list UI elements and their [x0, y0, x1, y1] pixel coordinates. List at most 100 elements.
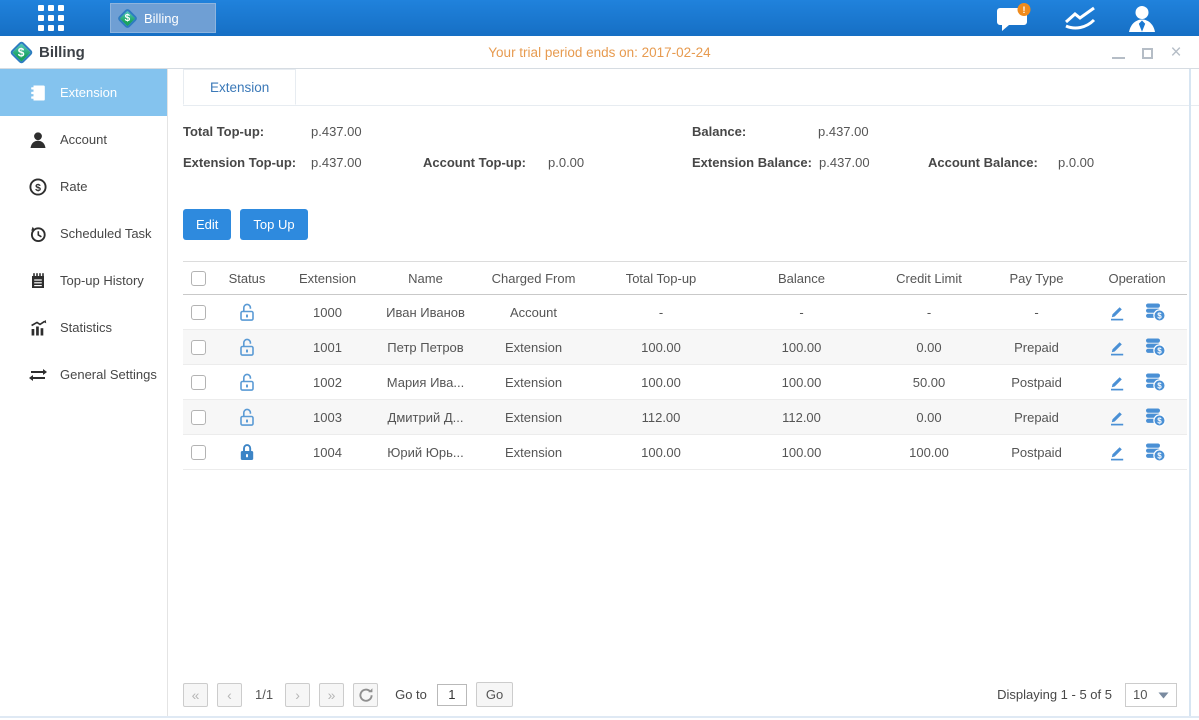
- general-settings-icon: [29, 366, 47, 384]
- sidebar-item-statistics[interactable]: Statistics: [0, 304, 167, 351]
- extension-icon: [29, 84, 47, 102]
- sidebar-item-label: Scheduled Task: [60, 226, 152, 241]
- taskbar-app-billing[interactable]: $ Billing: [110, 3, 216, 33]
- sidebar-item-label: Extension: [60, 85, 117, 100]
- operation-cell: $: [1087, 295, 1187, 330]
- edit-button[interactable]: Edit: [183, 209, 231, 240]
- monitor-chart-icon[interactable]: [1063, 5, 1097, 31]
- table-header-row: StatusExtensionNameCharged FromTotal Top…: [183, 262, 1187, 295]
- row-checkbox[interactable]: [191, 340, 206, 355]
- extension-balance-value: p.437.00: [819, 155, 870, 170]
- maximize-button[interactable]: [1140, 45, 1154, 59]
- row-checkbox[interactable]: [191, 445, 206, 460]
- page-indicator: 1/1: [255, 687, 273, 702]
- minimize-button[interactable]: [1111, 45, 1125, 59]
- account-balance-value: p.0.00: [1058, 155, 1094, 170]
- rate-icon: $: [29, 178, 47, 196]
- table-row: 1002Мария Ива...Extension100.00100.0050.…: [183, 365, 1187, 400]
- edit-pencil-icon[interactable]: [1108, 443, 1126, 461]
- statistics-icon: [29, 319, 47, 337]
- select-all-header: [183, 262, 214, 295]
- sidebar: Extension Account $ Rate Scheduled Task Top-u…: [0, 69, 168, 716]
- extension-balance-label: Extension Balance:: [692, 155, 812, 170]
- total-topup-cell: -: [591, 295, 731, 330]
- topup-coins-icon[interactable]: $: [1144, 337, 1166, 357]
- credit-limit-cell: 50.00: [872, 365, 986, 400]
- next-page-button[interactable]: ›: [285, 683, 310, 707]
- extension-topup-label: Extension Top-up:: [183, 155, 296, 170]
- go-button[interactable]: Go: [476, 682, 513, 707]
- tab-extension[interactable]: Extension: [183, 69, 296, 105]
- balance-value: p.437.00: [818, 124, 869, 139]
- total-topup-value: p.437.00: [311, 124, 362, 139]
- name-cell: Юрий Юрь...: [375, 435, 476, 470]
- page-size-value: 10: [1133, 687, 1147, 702]
- sidebar-item-label: Statistics: [60, 320, 112, 335]
- first-page-button[interactable]: «: [183, 683, 208, 707]
- select-all-checkbox[interactable]: [191, 271, 206, 286]
- credit-limit-cell: 0.00: [872, 330, 986, 365]
- trial-notice: Your trial period ends on: 2017-02-24: [0, 45, 1199, 60]
- total-topup-cell: 112.00: [591, 400, 731, 435]
- topup-coins-icon[interactable]: $: [1144, 372, 1166, 392]
- refresh-button[interactable]: [353, 683, 378, 707]
- window-title: Billing: [39, 44, 85, 61]
- credit-limit-cell: 100.00: [872, 435, 986, 470]
- balance-label: Balance:: [692, 124, 746, 139]
- svg-text:$: $: [1157, 381, 1162, 390]
- lock-open-icon: [238, 373, 256, 388]
- topup-coins-icon[interactable]: $: [1144, 442, 1166, 462]
- account-topup-label: Account Top-up:: [423, 155, 526, 170]
- sidebar-item-rate[interactable]: $ Rate: [0, 163, 167, 210]
- sidebar-item-top-up-history[interactable]: Top-up History: [0, 257, 167, 304]
- top-up-button[interactable]: Top Up: [240, 209, 307, 240]
- prev-page-button[interactable]: ‹: [217, 683, 242, 707]
- close-button[interactable]: ×: [1169, 45, 1183, 59]
- balance-cell: 100.00: [731, 365, 872, 400]
- topup-coins-icon[interactable]: $: [1144, 407, 1166, 427]
- topup-coins-icon[interactable]: $: [1144, 302, 1166, 322]
- sidebar-item-label: General Settings: [60, 367, 157, 382]
- chat-icon[interactable]: !: [997, 3, 1033, 33]
- app-grid-icon[interactable]: [36, 4, 66, 32]
- charged-from-cell: Account: [476, 295, 591, 330]
- column-header: Balance: [731, 262, 872, 295]
- user-icon[interactable]: [1127, 5, 1157, 32]
- svg-text:!: !: [1023, 5, 1026, 15]
- last-page-button[interactable]: »: [319, 683, 344, 707]
- table-row: 1003Дмитрий Д...Extension112.00112.000.0…: [183, 400, 1187, 435]
- sidebar-item-account[interactable]: Account: [0, 116, 167, 163]
- operation-cell: $: [1087, 435, 1187, 470]
- extension-cell: 1004: [280, 435, 375, 470]
- edit-pencil-icon[interactable]: [1108, 303, 1126, 321]
- extension-table: StatusExtensionNameCharged FromTotal Top…: [183, 261, 1187, 470]
- charged-from-cell: Extension: [476, 365, 591, 400]
- sidebar-item-label: Rate: [60, 179, 87, 194]
- lock-open-icon: [238, 303, 256, 318]
- window-titlebar: $ Billing Your trial period ends on: 201…: [0, 36, 1199, 69]
- billing-diamond-icon: $: [9, 40, 33, 64]
- row-checkbox[interactable]: [191, 375, 206, 390]
- sidebar-item-scheduled-task[interactable]: Scheduled Task: [0, 210, 167, 257]
- edit-pencil-icon[interactable]: [1108, 373, 1126, 391]
- row-checkbox[interactable]: [191, 305, 206, 320]
- column-header: Operation: [1087, 262, 1187, 295]
- extension-table-body: 1000Иван ИвановAccount----$1001Петр Петр…: [183, 295, 1187, 470]
- sidebar-item-extension[interactable]: Extension: [0, 69, 167, 116]
- goto-page-input[interactable]: [437, 684, 467, 706]
- column-header: Status: [214, 262, 280, 295]
- extension-cell: 1000: [280, 295, 375, 330]
- edit-pencil-icon[interactable]: [1108, 408, 1126, 426]
- sidebar-item-general-settings[interactable]: General Settings: [0, 351, 167, 398]
- page-size-select[interactable]: 10: [1125, 683, 1177, 707]
- column-header: Credit Limit: [872, 262, 986, 295]
- edit-pencil-icon[interactable]: [1108, 338, 1126, 356]
- pay-type-cell: Postpaid: [986, 365, 1087, 400]
- extension-topup-value: p.437.00: [311, 155, 362, 170]
- svg-text:$: $: [1157, 311, 1162, 320]
- row-checkbox[interactable]: [191, 410, 206, 425]
- svg-text:$: $: [1157, 416, 1162, 425]
- account-topup-value: p.0.00: [548, 155, 584, 170]
- name-cell: Дмитрий Д...: [375, 400, 476, 435]
- operation-cell: $: [1087, 400, 1187, 435]
